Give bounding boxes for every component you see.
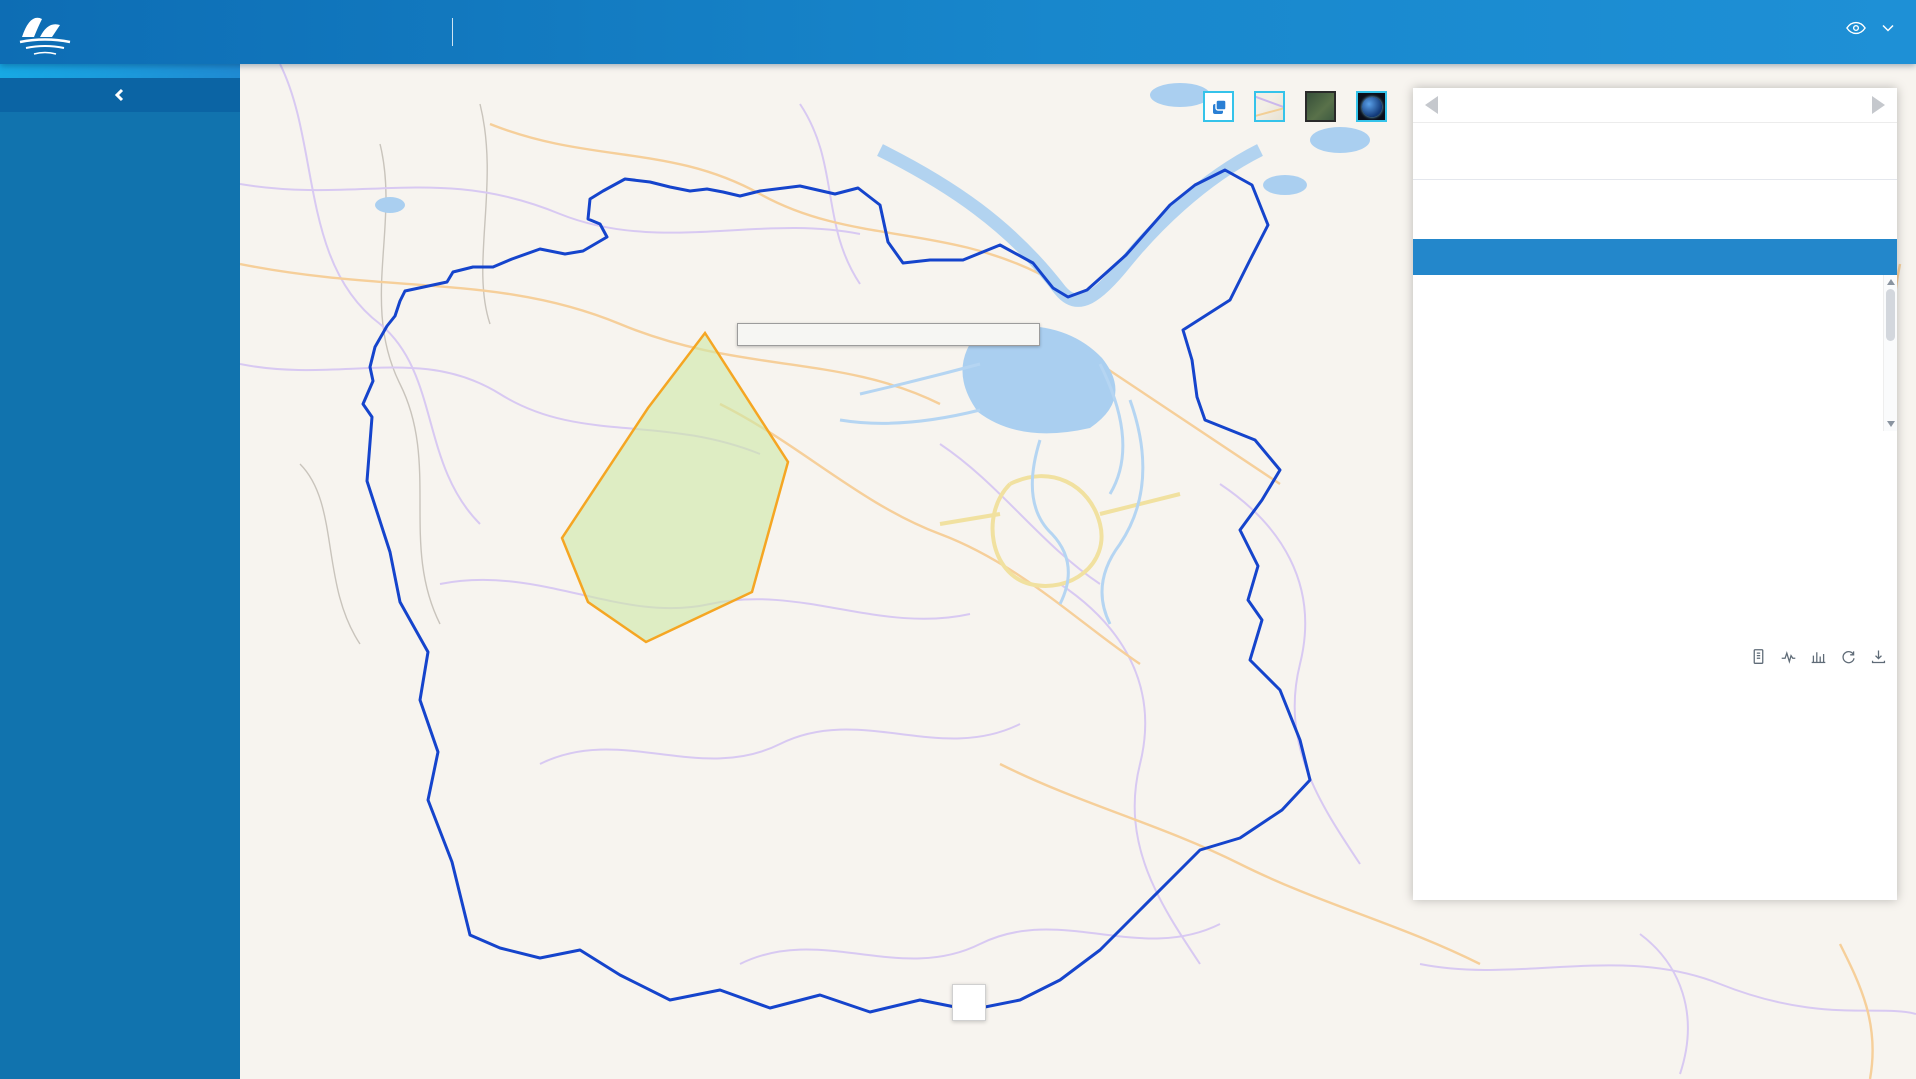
sidebar [0,64,240,1079]
line-chart-icon[interactable] [1780,648,1797,665]
table-header [1413,239,1897,275]
layers-icon[interactable] [1203,91,1234,122]
province-boundary [363,170,1310,1012]
area-measure-tooltip [737,323,1040,346]
chevron-down-icon [1882,24,1894,32]
statistics-panel [1413,88,1897,900]
street-basemap-thumbnail[interactable] [1254,91,1285,122]
stat-cards [1413,180,1897,193]
sidebar-top-strip [0,64,240,78]
globe-basemap-thumbnail[interactable] [1356,91,1387,122]
previous-year-button[interactable] [1425,96,1438,114]
scroll-down-icon[interactable] [1887,421,1895,427]
app-logo-icon [16,7,74,57]
bar-chart-icon[interactable] [1810,648,1827,665]
eye-icon [1846,20,1866,36]
table-scrollbar[interactable] [1883,275,1897,431]
chevron-left-icon [113,88,127,102]
survey-points-chart [1413,640,1897,900]
download-icon[interactable] [1870,648,1887,665]
statistic-tabs [1413,136,1897,180]
sidebar-collapse-button[interactable] [0,78,240,112]
user-menu[interactable] [1846,20,1894,36]
data-view-icon[interactable] [1750,648,1767,665]
chart-legend[interactable] [1608,649,1639,662]
hazard-table [1413,239,1897,431]
chart-toolbar [1750,648,1887,665]
layer-switcher [1203,91,1387,122]
region-selects [1413,123,1897,136]
satellite-basemap-thumbnail[interactable] [1305,91,1336,122]
measure-toolbar [952,984,986,1021]
scrollbar-thumb[interactable] [1886,289,1895,341]
scroll-up-icon[interactable] [1887,279,1895,285]
next-year-button[interactable] [1872,96,1885,114]
legend-swatch [1608,649,1633,662]
measured-area-polygon [562,333,788,642]
header-divider [452,18,453,46]
level-subtabs [1413,199,1897,235]
app-header [0,0,1916,64]
refresh-icon[interactable] [1840,648,1857,665]
year-selector [1413,88,1897,123]
